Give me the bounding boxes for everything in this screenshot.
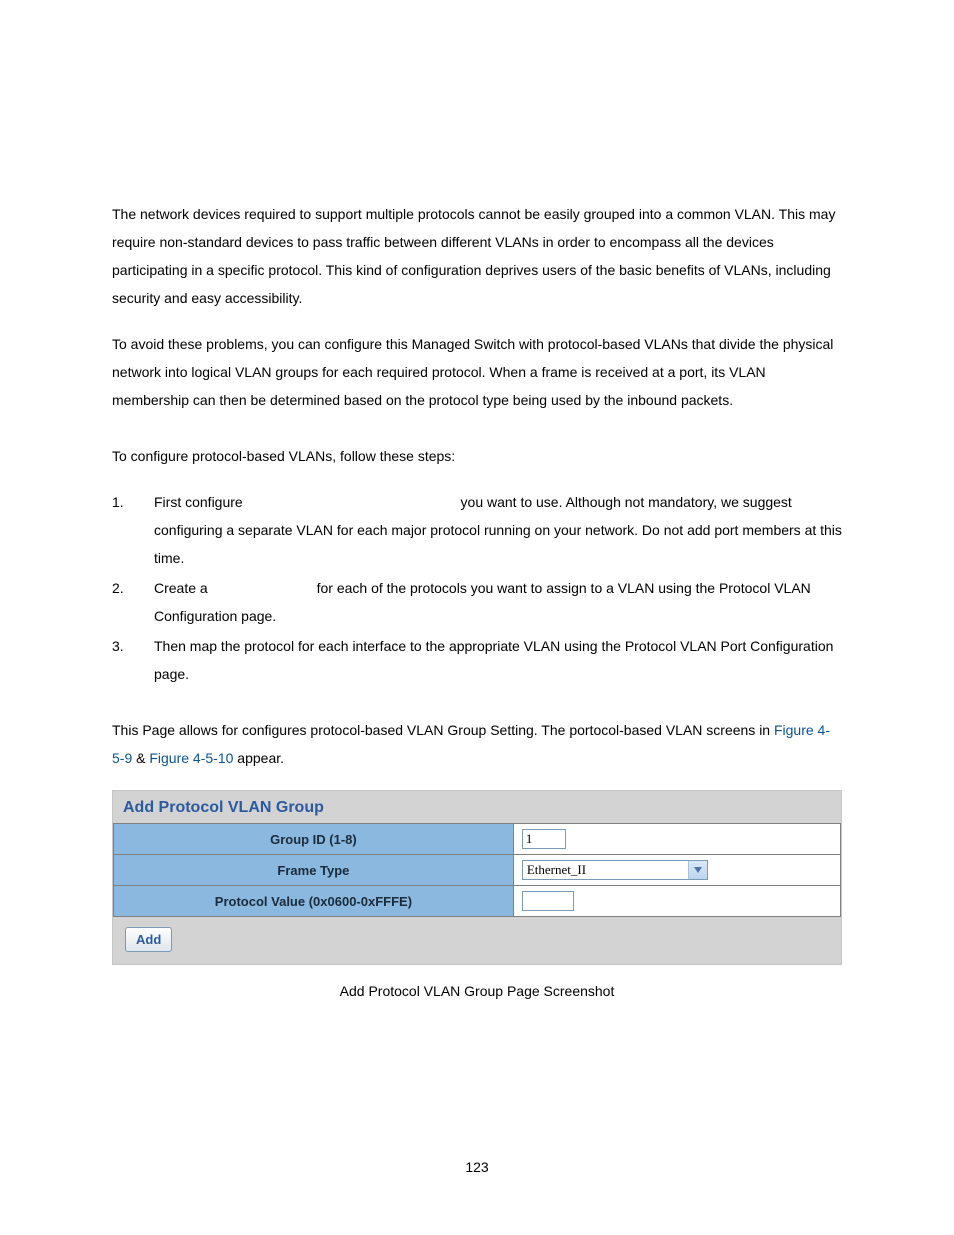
figure-intro-b: appear. <box>233 750 284 766</box>
add-button[interactable]: Add <box>125 927 172 952</box>
intro-paragraph-2: To avoid these problems, you can configu… <box>112 330 842 414</box>
group-id-label: Group ID (1-8) <box>114 824 514 855</box>
figure-intro-a: This Page allows for configures protocol… <box>112 722 774 738</box>
screenshot-caption: Add Protocol VLAN Group Page Screenshot <box>112 983 842 999</box>
step-1-text-a: First configure <box>154 494 247 510</box>
frame-type-select[interactable]: Ethernet_II <box>522 860 708 880</box>
step-2: Create a for each of the protocols you w… <box>112 574 842 630</box>
step-2-text-a: Create a <box>154 580 212 596</box>
step-1-blank <box>247 494 457 510</box>
config-table: Group ID (1-8) Frame Type Ethernet_II <box>113 823 841 917</box>
frame-type-value: Ethernet_II <box>523 861 688 879</box>
protocol-value-input[interactable] <box>522 891 574 911</box>
protocol-value-label: Protocol Value (0x0600-0xFFFE) <box>114 886 514 917</box>
step-2-blank <box>212 580 313 596</box>
figure-intro-mid: & <box>132 750 149 766</box>
group-id-input[interactable] <box>522 829 566 849</box>
steps-intro: To configure protocol-based VLANs, follo… <box>112 442 842 470</box>
add-protocol-vlan-panel: Add Protocol VLAN Group Group ID (1-8) F… <box>112 790 842 965</box>
steps-list: First configure you want to use. Althoug… <box>112 488 842 688</box>
frame-type-label: Frame Type <box>114 855 514 886</box>
frame-type-cell: Ethernet_II <box>513 855 840 886</box>
intro-paragraph-1: The network devices required to support … <box>112 200 842 312</box>
panel-title: Add Protocol VLAN Group <box>113 791 841 823</box>
chevron-down-icon[interactable] <box>688 861 707 879</box>
page-number: 123 <box>0 1159 954 1175</box>
group-id-cell <box>513 824 840 855</box>
protocol-value-cell <box>513 886 840 917</box>
figure-intro: This Page allows for configures protocol… <box>112 716 842 772</box>
step-1: First configure you want to use. Althoug… <box>112 488 842 572</box>
figure-link-2[interactable]: Figure 4-5-10 <box>149 750 233 766</box>
step-3: Then map the protocol for each interface… <box>112 632 842 688</box>
